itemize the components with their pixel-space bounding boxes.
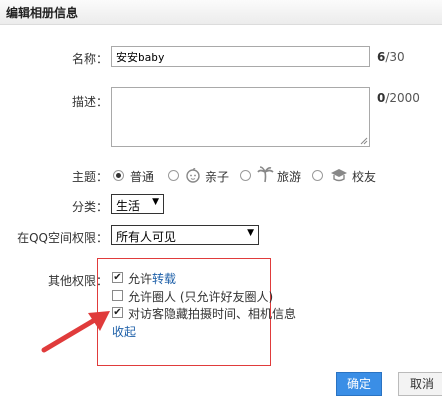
desc-textarea[interactable]: [111, 87, 370, 147]
perm-select[interactable]: 所有人可见 ▼: [111, 225, 259, 245]
theme-radio-alumni[interactable]: [312, 170, 323, 181]
name-label: 名称：: [71, 52, 108, 66]
theme-label: 主题：: [71, 170, 108, 184]
resize-grip-icon[interactable]: [360, 137, 368, 145]
theme-option-travel[interactable]: 旅游: [277, 168, 301, 185]
desc-counter: 0/2000: [377, 91, 420, 105]
theme-option-alumni[interactable]: 校友: [352, 168, 376, 185]
allow-tagging-checkbox[interactable]: [112, 290, 123, 301]
baby-face-icon: [186, 168, 200, 183]
dropdown-arrow-icon: ▼: [247, 228, 254, 238]
annotation-arrow-icon: [41, 311, 110, 353]
dialog-title: 编辑相册信息: [6, 6, 79, 20]
perm-value: 所有人可见: [116, 230, 177, 244]
graduation-cap-icon: [331, 169, 347, 182]
ok-button[interactable]: 确定: [336, 372, 382, 396]
name-counter: 6/30: [377, 50, 405, 64]
name-input[interactable]: 安安baby: [111, 46, 370, 67]
desc-max: /2000: [385, 91, 420, 105]
name-max: /30: [385, 50, 405, 64]
category-label: 分类：: [71, 200, 108, 214]
allow-repost-checkbox[interactable]: ✔: [112, 272, 123, 283]
collapse-link[interactable]: 收起: [112, 323, 136, 340]
allow-repost-prefix: 允许: [128, 272, 153, 286]
repost-link[interactable]: 转载: [152, 272, 176, 286]
palm-tree-icon: [257, 166, 274, 183]
theme-radio-travel[interactable]: [240, 170, 251, 181]
category-value: 生活: [116, 199, 141, 213]
perm-label: 在QQ空间权限：: [17, 231, 108, 245]
desc-label: 描述：: [71, 95, 108, 109]
theme-option-family[interactable]: 亲子: [205, 168, 229, 185]
allow-repost-option[interactable]: 允许转载: [128, 270, 176, 287]
category-select[interactable]: 生活 ▼: [111, 194, 164, 214]
hide-photo-info-option[interactable]: 对访客隐藏拍摄时间、相机信息: [128, 305, 296, 322]
cancel-button[interactable]: 取消: [398, 372, 442, 396]
theme-radio-normal[interactable]: [113, 170, 124, 181]
theme-option-normal[interactable]: 普通: [130, 168, 154, 185]
allow-tagging-option[interactable]: 允许圈人 (只允许好友圈人): [128, 288, 273, 305]
theme-radio-family[interactable]: [168, 170, 179, 181]
dialog-titlebar: 编辑相册信息: [0, 0, 442, 25]
dropdown-arrow-icon: ▼: [152, 197, 159, 207]
